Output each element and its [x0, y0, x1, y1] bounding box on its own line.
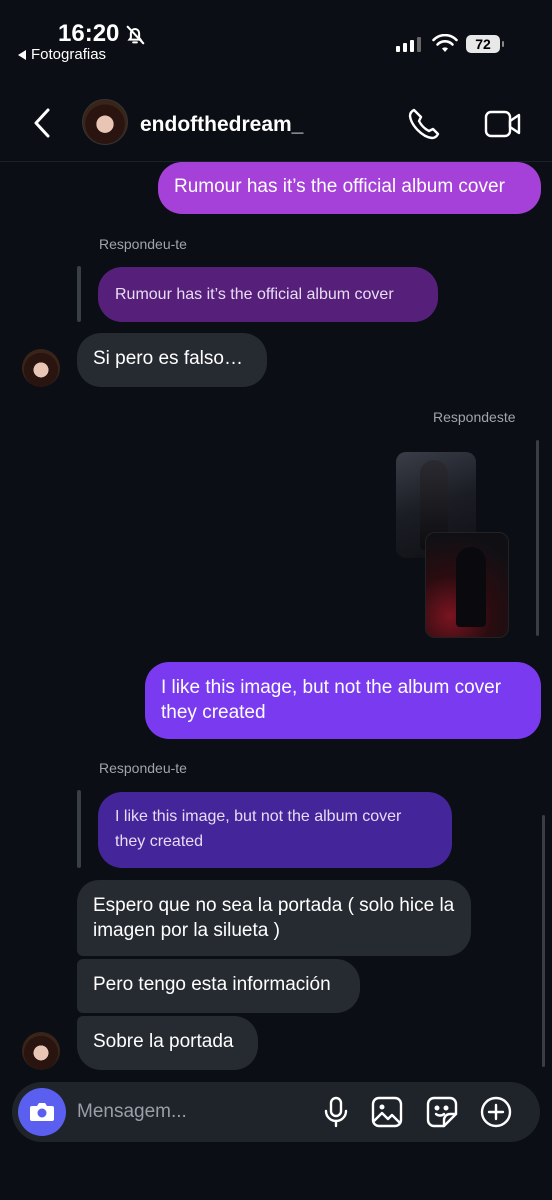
chat-header: endofthedream_ [0, 86, 552, 162]
bell-slash-icon [126, 25, 145, 45]
plus-circle-icon[interactable] [478, 1094, 514, 1130]
camera-button[interactable] [18, 1088, 66, 1136]
reply-label: Respondeste [433, 409, 516, 425]
microphone-icon[interactable] [318, 1094, 354, 1130]
scroll-indicator [536, 440, 539, 636]
back-triangle-icon [18, 49, 26, 60]
camera-icon [30, 1103, 54, 1121]
reply-label: Respondeu-te [99, 236, 187, 252]
sender-avatar[interactable] [22, 1032, 60, 1070]
sent-message[interactable]: I like this image, but not the album cov… [145, 662, 541, 739]
wifi-icon [432, 34, 458, 52]
battery-indicator: 72 [466, 35, 504, 53]
sent-message[interactable]: Rumour has it’s the official album cover [158, 162, 541, 214]
back-app-label: Fotografias [31, 46, 107, 63]
contact-username[interactable]: endofthedream_ [140, 113, 303, 137]
scrollbar[interactable] [542, 815, 545, 1067]
sticker-icon[interactable] [424, 1094, 460, 1130]
reply-label: Respondeu-te [99, 760, 187, 776]
received-message[interactable]: Espero que no sea la portada ( solo hice… [77, 880, 471, 956]
signal-icon [396, 36, 421, 52]
video-camera-icon[interactable] [484, 106, 522, 142]
status-bar: 16:20 Fotografias 72 [0, 0, 552, 70]
message-input[interactable] [77, 1099, 307, 1125]
reply-bar [77, 790, 81, 868]
received-message[interactable]: Sobre la portada [77, 1016, 258, 1070]
received-message[interactable]: Pero tengo esta información [77, 959, 360, 1013]
image-figure [456, 547, 486, 627]
contact-avatar[interactable] [82, 99, 128, 145]
status-time: 16:20 [58, 20, 120, 47]
received-message[interactable]: Si pero es falso… [77, 333, 267, 387]
message-composer [12, 1082, 540, 1142]
reply-bar [77, 266, 81, 322]
sender-avatar[interactable] [22, 349, 60, 387]
back-to-app-link[interactable]: Fotografias [18, 46, 106, 63]
back-chevron-icon[interactable] [28, 106, 58, 140]
gallery-icon[interactable] [369, 1094, 405, 1130]
shared-image-thumbnail[interactable] [425, 532, 509, 638]
quoted-message[interactable]: Rumour has it’s the official album cover [98, 267, 438, 322]
quoted-message[interactable]: I like this image, but not the album cov… [98, 792, 452, 868]
phone-icon[interactable] [406, 106, 442, 142]
